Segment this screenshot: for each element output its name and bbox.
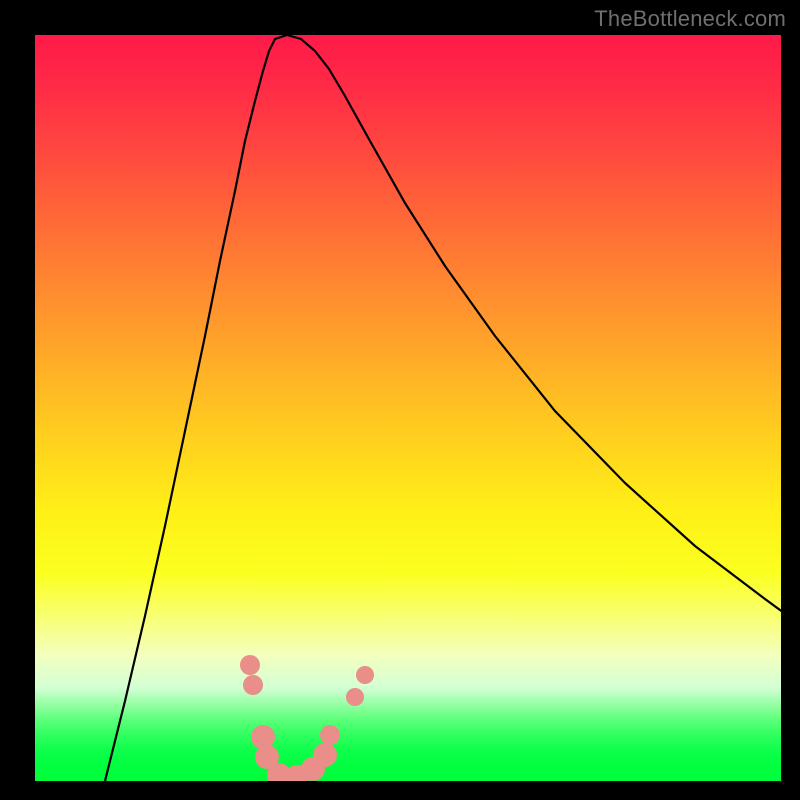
watermark-text: TheBottleneck.com — [594, 6, 786, 32]
curve-marker — [240, 655, 260, 675]
curve-marker — [320, 725, 340, 745]
markers-group — [240, 655, 374, 781]
curve-layer — [35, 35, 781, 781]
curve-marker — [243, 675, 263, 695]
curve-marker — [356, 666, 374, 684]
curve-marker — [251, 725, 275, 749]
curve-marker — [313, 743, 337, 767]
plot-area — [35, 35, 781, 781]
chart-frame: TheBottleneck.com — [0, 0, 800, 800]
curve-marker — [346, 688, 364, 706]
bottleneck-curve — [105, 35, 781, 781]
